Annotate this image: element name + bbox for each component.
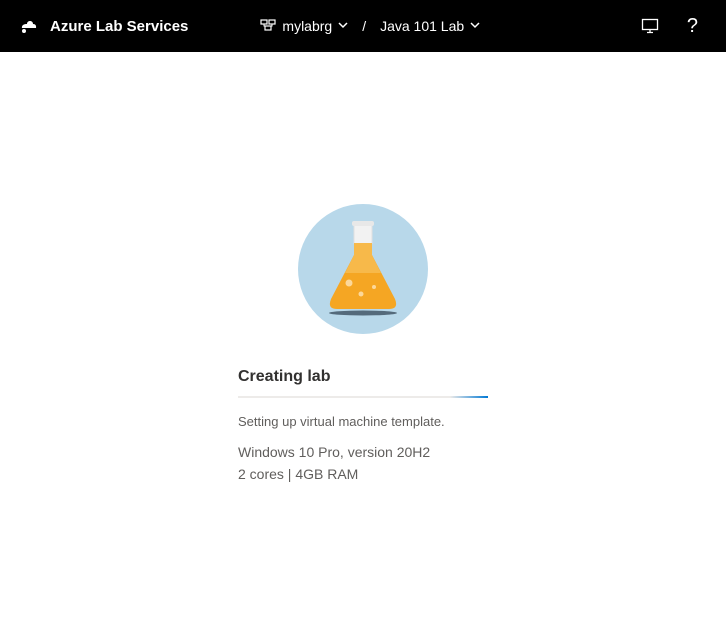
monitor-icon[interactable]: [641, 17, 659, 35]
breadcrumb-resource-group[interactable]: mylabrg: [260, 17, 348, 36]
resource-group-icon: [260, 17, 276, 36]
flask-icon: [319, 219, 407, 319]
breadcrumb-separator: /: [358, 18, 370, 34]
chevron-down-icon: [338, 20, 348, 33]
app-logo-section[interactable]: Azure Lab Services: [16, 14, 188, 38]
top-navigation-bar: Azure Lab Services mylabrg / Java 101 La…: [0, 0, 726, 52]
topbar-actions: ?: [641, 15, 710, 38]
breadcrumb: mylabrg / Java 101 Lab: [260, 17, 480, 36]
flask-illustration: [298, 204, 428, 334]
azure-lab-logo-icon: [16, 14, 40, 38]
main-content: Creating lab Setting up virtual machine …: [0, 52, 726, 486]
app-name: Azure Lab Services: [50, 18, 188, 35]
breadcrumb-resource-group-label: mylabrg: [282, 18, 332, 34]
chevron-down-icon: [470, 20, 480, 33]
help-icon[interactable]: ?: [687, 15, 698, 38]
progress-bar: [238, 396, 488, 398]
vm-specs: 2 cores | 4GB RAM: [238, 463, 488, 485]
status-message: Setting up virtual machine template.: [238, 414, 488, 429]
breadcrumb-lab[interactable]: Java 101 Lab: [380, 18, 480, 34]
progress-indicator: [450, 396, 488, 398]
status-title: Creating lab: [238, 368, 488, 386]
status-section: Creating lab Setting up virtual machine …: [238, 368, 488, 486]
vm-os: Windows 10 Pro, version 20H2: [238, 441, 488, 463]
breadcrumb-lab-label: Java 101 Lab: [380, 18, 464, 34]
